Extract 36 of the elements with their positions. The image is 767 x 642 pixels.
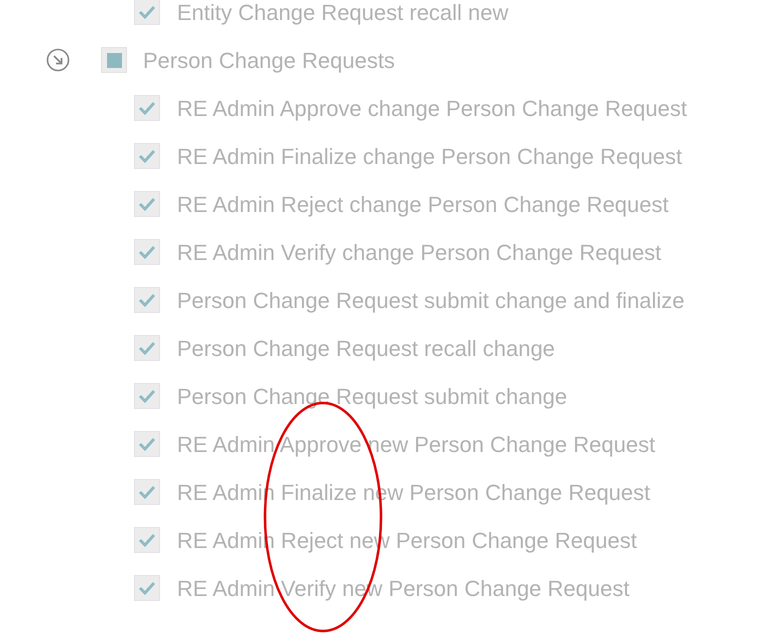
- permission-label: RE Admin Approve new Person Change Request: [177, 430, 656, 459]
- checkbox[interactable]: [134, 287, 160, 313]
- checkmark-icon: [138, 149, 156, 163]
- checkmark-icon: [138, 341, 156, 355]
- checkbox[interactable]: [134, 479, 160, 505]
- checkmark-icon: [138, 485, 156, 499]
- checkmark-icon: [138, 389, 156, 403]
- checkmark-icon: [138, 101, 156, 115]
- checkmark-icon: [138, 293, 156, 307]
- checkmark-icon: [138, 437, 156, 451]
- checkmark-icon: [138, 245, 156, 259]
- checkbox[interactable]: [134, 575, 160, 601]
- checkbox[interactable]: [101, 47, 127, 73]
- permission-label: RE Admin Finalize change Person Change Request: [177, 142, 682, 171]
- permission-label: RE Admin Reject change Person Change Request: [177, 190, 669, 219]
- checkmark-icon: [138, 533, 156, 547]
- checkmark-icon: [138, 197, 156, 211]
- checkbox[interactable]: [134, 527, 160, 553]
- permission-label: RE Admin Verify change Person Change Request: [177, 238, 662, 267]
- partial-mark-icon: [106, 52, 122, 68]
- permission-label: Person Change Request recall change: [177, 334, 555, 363]
- permission-label: Entity Change Request recall new: [177, 0, 508, 27]
- checkbox[interactable]: [134, 431, 160, 457]
- checkbox[interactable]: [134, 191, 160, 217]
- collapse-icon[interactable]: [46, 48, 70, 72]
- checkbox[interactable]: [134, 95, 160, 121]
- permission-label: Person Change Request submit change and finalize: [177, 286, 685, 315]
- checkbox[interactable]: [134, 383, 160, 409]
- checkmark-icon: [138, 5, 156, 19]
- checkbox[interactable]: [134, 239, 160, 265]
- checkmark-icon: [138, 581, 156, 595]
- group-label: Person Change Requests: [143, 46, 395, 75]
- checkbox[interactable]: [134, 143, 160, 169]
- permission-label: RE Admin Approve change Person Change Request: [177, 94, 687, 123]
- checkbox[interactable]: [134, 335, 160, 361]
- checkbox[interactable]: [134, 0, 160, 25]
